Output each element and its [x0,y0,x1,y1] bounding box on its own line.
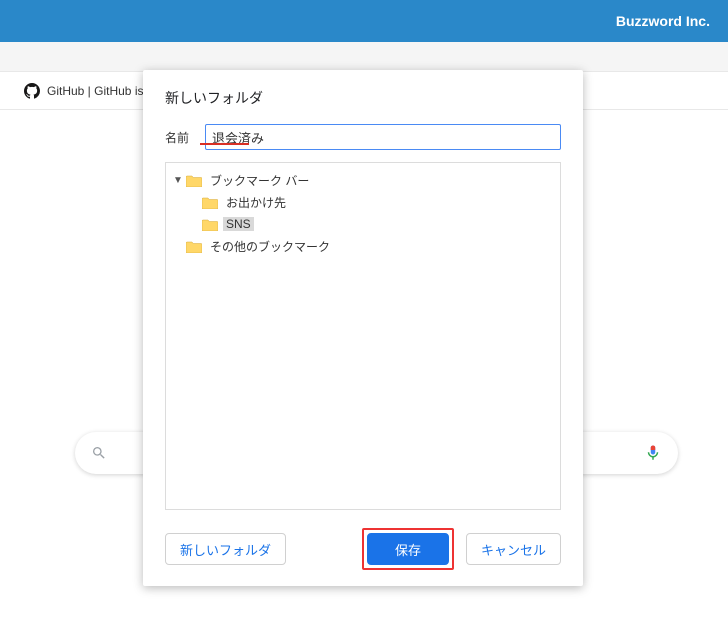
dialog-title: 新しいフォルダ [165,88,561,108]
spellcheck-underline [200,143,249,145]
cancel-button[interactable]: キャンセル [466,533,561,565]
tree-child-label: お出かけ先 [223,194,289,211]
save-highlight-ring: 保存 [362,528,454,570]
folder-icon [186,174,202,187]
folder-name-input[interactable] [205,124,561,150]
chevron-down-icon[interactable]: ▼ [172,175,184,186]
new-folder-button[interactable]: 新しいフォルダ [165,533,286,565]
folder-tree[interactable]: ▼ ブックマーク バー お出かけ先 SNS その他のブックマーク [165,162,561,510]
tree-root-label: ブックマーク バー [207,172,312,189]
toolbar-placeholder [0,42,728,72]
folder-icon [202,218,218,231]
new-folder-dialog: 新しいフォルダ 名前 ▼ ブックマーク バー お出かけ先 SNS その他のブック… [143,70,583,586]
brand-header: Buzzword Inc. [0,0,728,42]
tree-child-label: SNS [223,217,254,231]
dialog-footer: 新しいフォルダ 保存 キャンセル [165,528,561,570]
tree-root[interactable]: ▼ ブックマーク バー [170,169,556,191]
tree-child[interactable]: SNS [170,213,556,235]
tree-other-label: その他のブックマーク [207,238,333,255]
folder-icon [186,240,202,253]
name-row: 名前 [165,124,561,150]
folder-icon [202,196,218,209]
tree-child[interactable]: お出かけ先 [170,191,556,213]
tree-other[interactable]: その他のブックマーク [170,235,556,257]
search-icon [91,445,107,461]
bookmark-item-label[interactable]: GitHub | GitHub is... [47,84,153,98]
mic-icon[interactable] [644,442,662,464]
name-label: 名前 [165,129,205,146]
github-icon [24,83,40,99]
brand-name: Buzzword Inc. [616,13,710,29]
save-button[interactable]: 保存 [367,533,449,565]
